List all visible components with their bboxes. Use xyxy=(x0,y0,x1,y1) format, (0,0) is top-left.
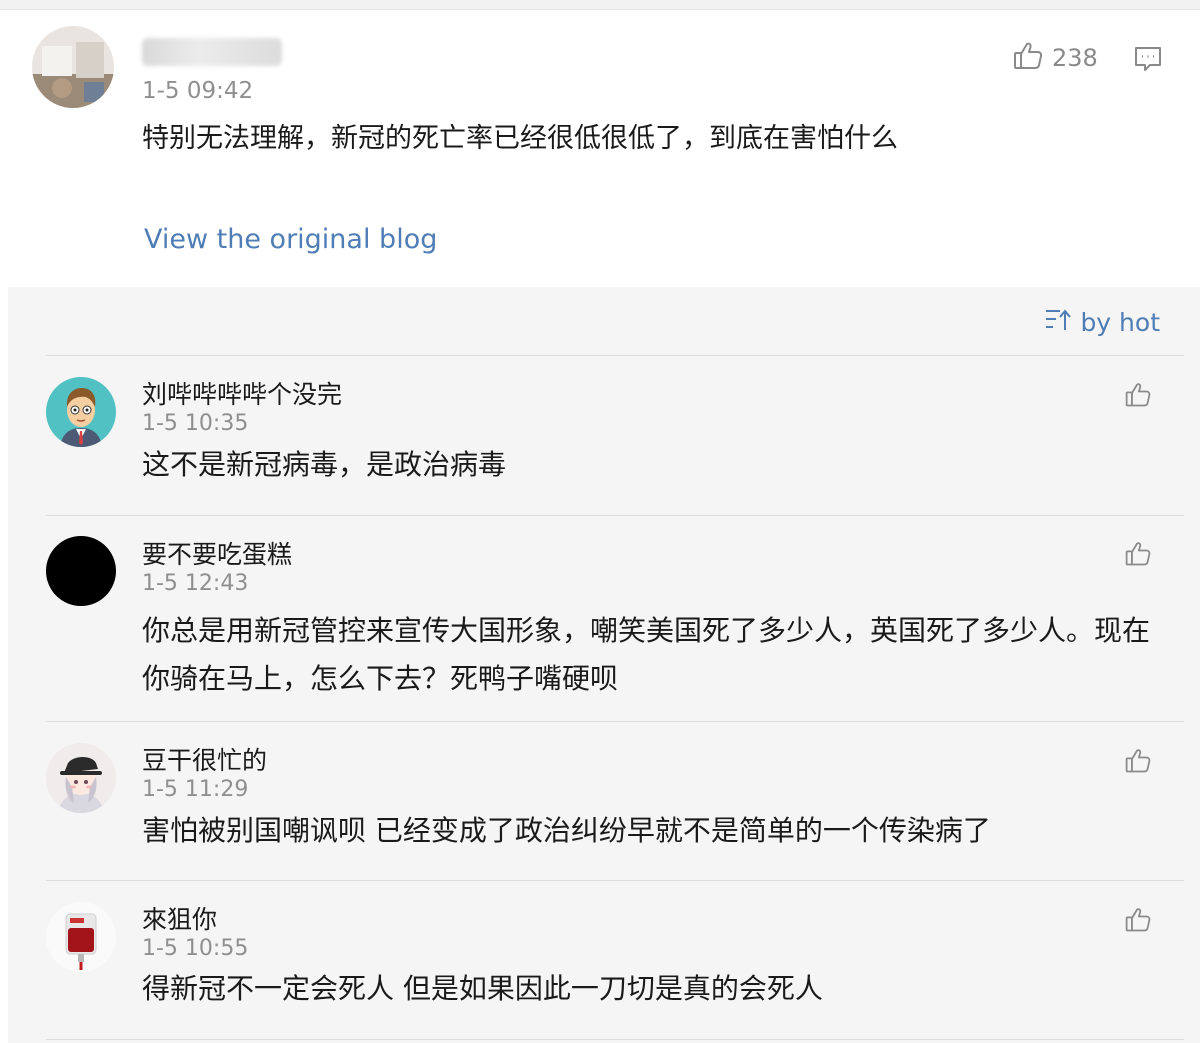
comment-like-button[interactable] xyxy=(1124,540,1152,568)
avatar[interactable] xyxy=(46,536,116,606)
comment-timestamp: 1-5 12:43 xyxy=(142,571,249,596)
main-post: 1-5 09:42 特别无法理解，新冠的死亡率已经很低很低了，到底在害怕什么 V… xyxy=(0,10,1200,286)
thumbs-up-icon xyxy=(1124,908,1152,938)
comment-username[interactable]: 刘哔哔哔哔个没完 xyxy=(142,375,342,411)
like-count: 238 xyxy=(1052,44,1098,72)
post-timestamp: 1-5 09:42 xyxy=(142,78,254,104)
comment-item: 豆干很忙的 1-5 11:29 害怕被别国嘲讽呗 已经变成了政治纠纷早就不是简单… xyxy=(8,721,1200,880)
comment-bubble-icon xyxy=(1133,47,1163,78)
comment-username[interactable]: 來狙你 xyxy=(142,900,217,936)
comment-text: 得新冠不一定会死人 但是如果因此一刀切是真的会死人 xyxy=(142,972,823,1005)
top-separator xyxy=(0,0,1200,10)
comment-timestamp: 1-5 11:29 xyxy=(142,777,249,802)
comment-timestamp: 1-5 10:55 xyxy=(142,936,249,961)
post-text: 特别无法理解，新冠的死亡率已经很低很低了，到底在害怕什么 xyxy=(142,123,898,154)
comment-text: 这不是新冠病毒，是政治病毒 xyxy=(142,448,507,481)
sort-label: by hot xyxy=(1080,307,1160,337)
comment-text: 你总是用新冠管控来宣传大国形象，嘲笑美国死了多少人，英国死了多少人。现在你骑在马… xyxy=(142,614,1151,695)
comment-item: 刘哔哔哔哔个没完 1-5 10:35 这不是新冠病毒，是政治病毒 xyxy=(8,355,1200,515)
sort-lines-arrow-icon xyxy=(1044,307,1072,337)
comment-username[interactable]: 要不要吃蛋糕 xyxy=(142,535,292,571)
comment-timestamp: 1-5 10:35 xyxy=(142,411,249,436)
post-like-button[interactable]: 238 xyxy=(1012,40,1098,76)
comment-item: 來狙你 1-5 10:55 得新冠不一定会死人 但是如果因此一刀切是真的会死人 xyxy=(8,880,1200,1040)
avatar[interactable] xyxy=(46,377,116,447)
thumbs-up-icon xyxy=(1124,383,1152,413)
thumbs-up-icon xyxy=(1124,749,1152,779)
sort-button[interactable]: by hot xyxy=(1044,307,1160,337)
comment-button[interactable] xyxy=(1133,44,1163,74)
thumbs-up-icon xyxy=(1012,40,1044,76)
avatar[interactable] xyxy=(46,743,116,813)
divider xyxy=(46,1039,1184,1040)
avatar[interactable] xyxy=(32,26,114,108)
view-original-link[interactable]: View the original blog xyxy=(144,224,437,255)
avatar[interactable] xyxy=(46,902,116,972)
comment-like-button[interactable] xyxy=(1124,381,1152,409)
thumbs-up-icon xyxy=(1124,542,1152,572)
comments-panel: by hot 刘哔哔哔哔个没完 1-5 10:35 这不是新冠病毒，是政治病毒 xyxy=(8,287,1200,1043)
comment-username[interactable]: 豆干很忙的 xyxy=(142,741,267,777)
username-blurred xyxy=(142,38,282,66)
comment-item: 要不要吃蛋糕 1-5 12:43 你总是用新冠管控来宣传大国形象，嘲笑美国死了多… xyxy=(8,515,1200,721)
comment-text: 害怕被别国嘲讽呗 已经变成了政治纠纷早就不是简单的一个传染病了 xyxy=(142,814,991,847)
comment-like-button[interactable] xyxy=(1124,747,1152,775)
comment-like-button[interactable] xyxy=(1124,906,1152,934)
